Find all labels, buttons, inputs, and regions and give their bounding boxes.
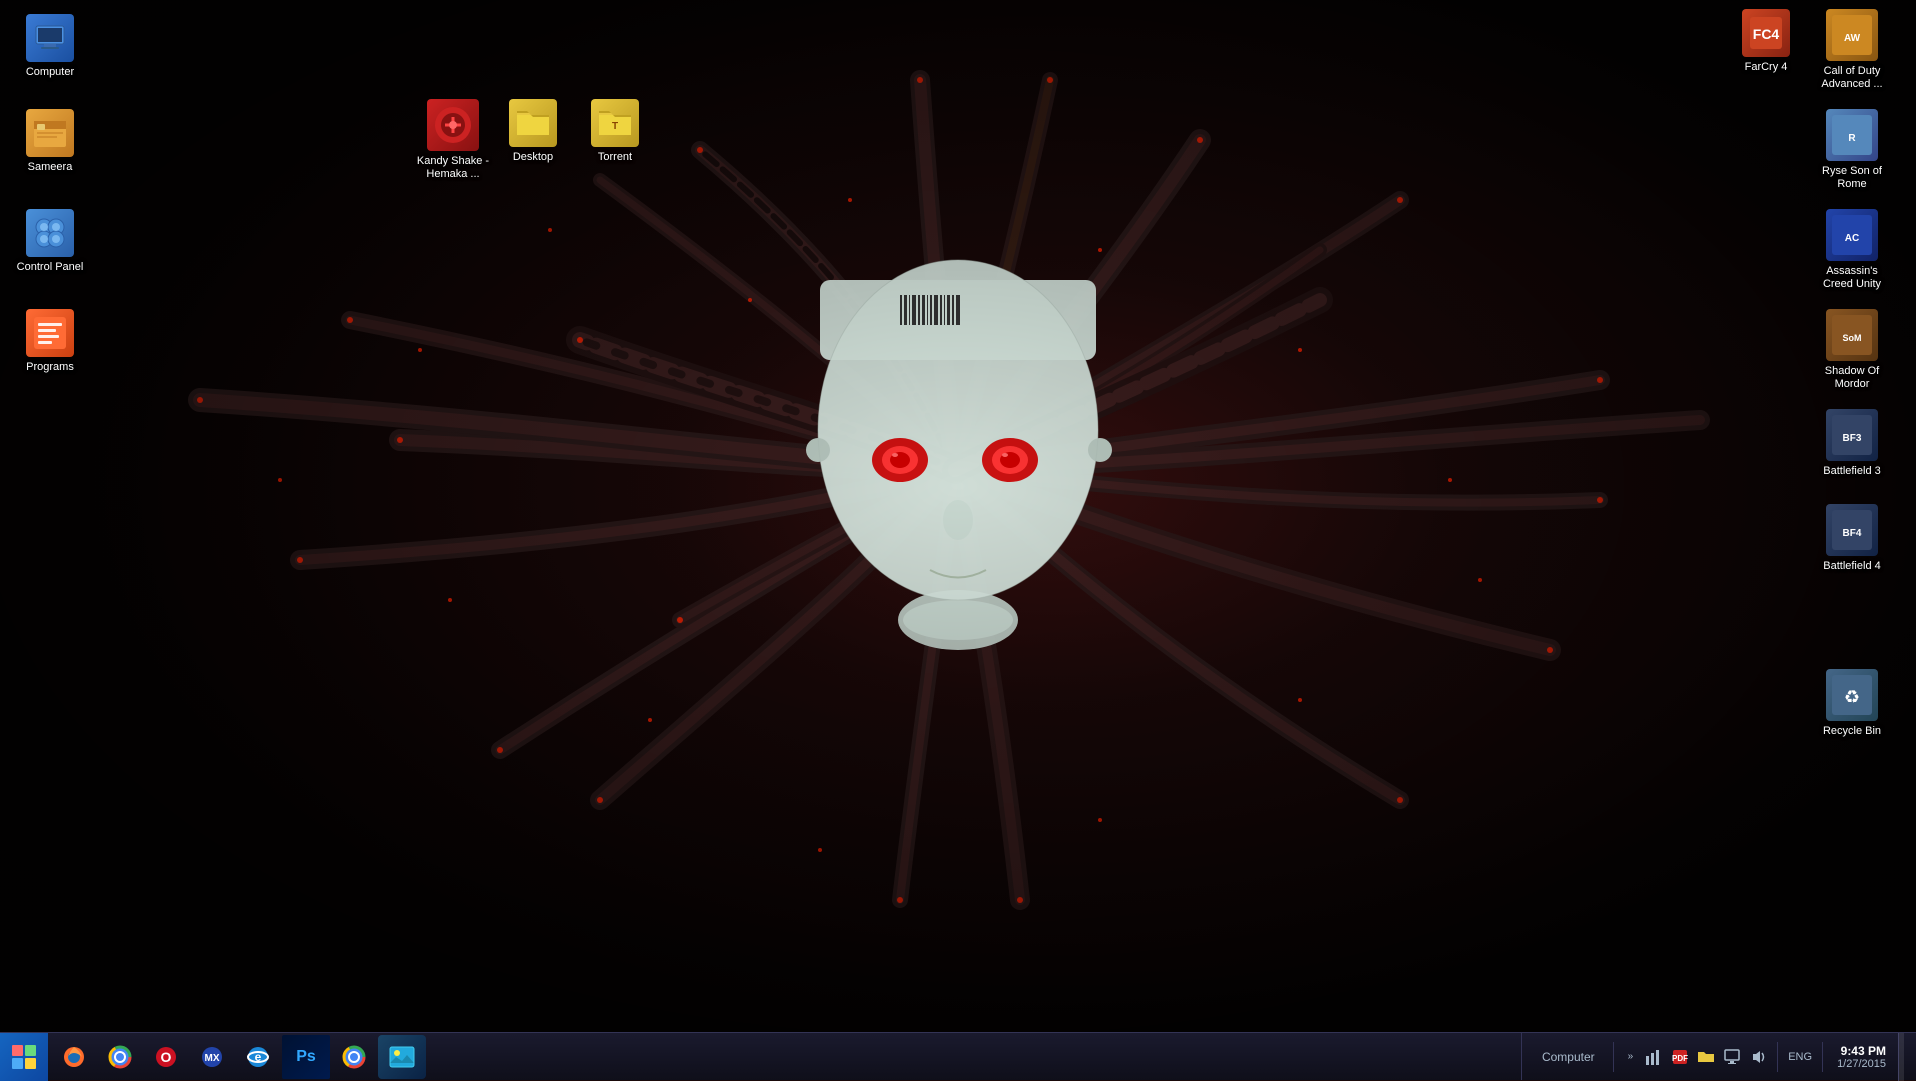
farcry-icon-image: FC4 [1742, 9, 1790, 57]
desktop-icon-ryse[interactable]: R Ryse Son of Rome [1808, 105, 1896, 195]
desktop-area: Computer Sameera [0, 0, 1916, 1032]
svg-text:PDF: PDF [1672, 1054, 1688, 1063]
desktop-folder-icon-label: Desktop [513, 151, 553, 164]
desktop-icon-programs[interactable]: Programs [10, 305, 90, 378]
start-square-yellow [25, 1058, 36, 1069]
taskbar-separator-2 [1777, 1042, 1778, 1072]
cod-icon-image: AW [1826, 9, 1878, 61]
svg-text:T: T [612, 121, 618, 132]
bf3-icon-image: BF3 [1826, 409, 1878, 461]
computer-icon-label: Computer [26, 66, 74, 79]
torrent-icon-image: T [591, 99, 639, 147]
network-icon [1645, 1048, 1663, 1066]
taskbar-icons-area: O MX e Ps [48, 1033, 1521, 1080]
notify-expand-button[interactable]: » [1624, 1049, 1638, 1064]
ryse-icon-label: Ryse Son of Rome [1812, 165, 1892, 191]
desktop-icon-sameera[interactable]: Sameera [10, 105, 90, 178]
bf4-icon-image: BF4 [1826, 504, 1878, 556]
taskbar-separator-3 [1822, 1042, 1823, 1072]
svg-text:MX: MX [205, 1053, 220, 1064]
computer-icon-image [26, 14, 74, 62]
torrent-icon-label: Torrent [598, 151, 632, 164]
desktop-icon-kandy[interactable]: Kandy Shake - Hemaka ... [408, 95, 498, 185]
kandy-icon-image [427, 99, 479, 151]
svg-text:SoM: SoM [1843, 333, 1862, 343]
start-button[interactable] [0, 1033, 48, 1081]
svg-text:O: O [161, 1049, 172, 1065]
taskbar-right-area: Computer » PDF ENG [1521, 1033, 1916, 1080]
sameera-icon-label: Sameera [28, 161, 73, 174]
shadow-icon-label: Shadow Of Mordor [1812, 365, 1892, 391]
taskbar-opera[interactable]: O [144, 1035, 188, 1079]
desktop-icon-control-panel[interactable]: Control Panel [10, 205, 90, 278]
ryse-icon-image: R [1826, 109, 1878, 161]
taskbar-photoshop[interactable]: Ps [282, 1035, 330, 1079]
svg-text:R: R [1848, 133, 1856, 144]
pdf-icon: PDF [1671, 1048, 1689, 1066]
desktop-icon-bf3[interactable]: BF3 Battlefield 3 [1808, 405, 1896, 482]
taskbar-computer-label: Computer [1534, 1050, 1603, 1064]
taskbar-chrome-second[interactable] [332, 1035, 376, 1079]
start-square-green [25, 1045, 36, 1056]
volume-icon[interactable] [1749, 1048, 1767, 1066]
desktop-icon-shadow[interactable]: SoM Shadow Of Mordor [1808, 305, 1896, 395]
desktop-icon-computer[interactable]: Computer [10, 10, 90, 83]
svg-text:e: e [255, 1050, 262, 1064]
sameera-icon-image [26, 109, 74, 157]
kandy-icon-label: Kandy Shake - Hemaka ... [413, 155, 493, 181]
bf4-icon-label: Battlefield 4 [1823, 560, 1880, 573]
programs-icon-image [26, 309, 74, 357]
taskbar: O MX e Ps [0, 1032, 1916, 1080]
desktop-icon-desktop-folder[interactable]: Desktop [493, 95, 573, 168]
assassin-icon-label: Assassin's Creed Unity [1812, 265, 1892, 291]
taskbar-maxthon[interactable]: MX [190, 1035, 234, 1079]
recycle-icon-label: Recycle Bin [1823, 725, 1881, 738]
desktop-icon-torrent[interactable]: T Torrent [575, 95, 655, 168]
control-panel-icon-image [26, 209, 74, 257]
desktop-icon-farcry4[interactable]: FC4 FarCry 4 [1726, 5, 1806, 78]
svg-text:♻: ♻ [1844, 687, 1860, 707]
folder-icon-tray [1697, 1048, 1715, 1066]
svg-text:AC: AC [1845, 233, 1859, 244]
svg-text:BF3: BF3 [1843, 433, 1862, 444]
svg-text:FC4: FC4 [1753, 26, 1780, 42]
show-desktop-button[interactable] [1898, 1033, 1904, 1081]
desktop-icon-bf4[interactable]: BF4 Battlefield 4 [1808, 500, 1896, 577]
monitor-icon [1723, 1048, 1741, 1066]
clock-date: 1/27/2015 [1837, 1058, 1886, 1070]
svg-text:BF4: BF4 [1843, 528, 1862, 539]
desktop-icon-assassin[interactable]: AC Assassin's Creed Unity [1808, 205, 1896, 295]
start-square-blue [12, 1058, 23, 1069]
cod-icon-label: Call of Duty Advanced ... [1812, 65, 1892, 91]
desktop-icon-recycle[interactable]: ♻ Recycle Bin [1808, 665, 1896, 742]
ps-label: Ps [296, 1048, 316, 1066]
clock-time: 9:43 PM [1841, 1044, 1886, 1058]
taskbar-separator-1 [1613, 1042, 1614, 1072]
assassin-icon-image: AC [1826, 209, 1878, 261]
taskbar-ie[interactable]: e [236, 1035, 280, 1079]
control-panel-icon-label: Control Panel [17, 261, 84, 274]
farcry-icon-label: FarCry 4 [1745, 61, 1788, 74]
language-label[interactable]: ENG [1788, 1051, 1812, 1063]
desktop-icon-cod[interactable]: AW Call of Duty Advanced ... [1808, 5, 1896, 95]
bf3-icon-label: Battlefield 3 [1823, 465, 1880, 478]
recycle-icon-image: ♻ [1826, 669, 1878, 721]
programs-icon-label: Programs [26, 361, 74, 374]
taskbar-chrome-first[interactable] [98, 1035, 142, 1079]
shadow-icon-image: SoM [1826, 309, 1878, 361]
taskbar-firefox[interactable] [52, 1035, 96, 1079]
system-clock[interactable]: 9:43 PM 1/27/2015 [1833, 1044, 1890, 1070]
start-square-red [12, 1045, 23, 1056]
desktop-folder-icon-image [509, 99, 557, 147]
svg-text:AW: AW [1844, 33, 1861, 44]
start-icon [12, 1045, 36, 1069]
taskbar-photo-viewer[interactable] [378, 1035, 426, 1079]
